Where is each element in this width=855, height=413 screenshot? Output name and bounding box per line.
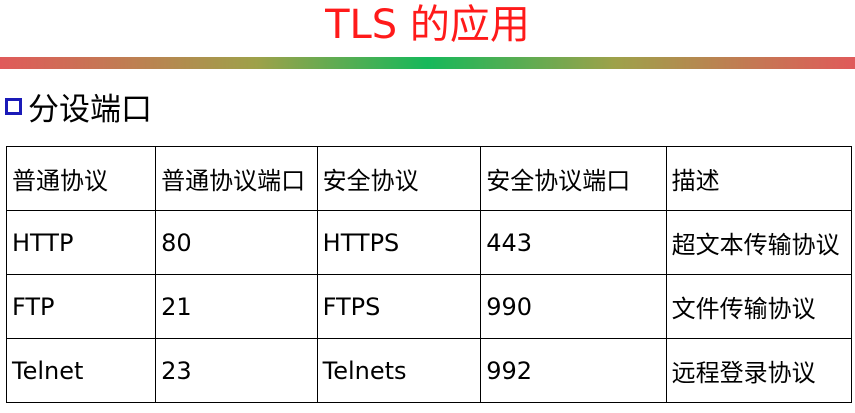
table-header-row: 普通协议 普通协议端口 安全协议 安全协议端口 描述: [5, 146, 853, 211]
table-cell: 990: [480, 274, 667, 339]
page-title: TLS 的应用: [325, 2, 530, 48]
table-cell: 80: [155, 210, 318, 275]
header-cell: 安全协议: [316, 146, 482, 211]
header-cell: 普通协议: [5, 146, 157, 211]
table-cell: 远程登录协议: [665, 338, 853, 403]
table-cell: FTP: [5, 274, 157, 339]
ports-table: 普通协议 普通协议端口 安全协议 安全协议端口 描述 HTTP 80 HTTPS…: [5, 146, 853, 403]
header-cell: 安全协议端口: [480, 146, 667, 211]
table-cell: HTTP: [5, 210, 157, 275]
table-cell: 文件传输协议: [665, 274, 853, 339]
header-cell: 普通协议端口: [155, 146, 318, 211]
table-cell: HTTPS: [316, 210, 482, 275]
table-cell: Telnets: [316, 338, 482, 403]
square-bullet-icon: [5, 97, 22, 115]
table-row: HTTP 80 HTTPS 443 超文本传输协议: [5, 210, 853, 275]
table-cell: 21: [155, 274, 318, 339]
table-cell: FTPS: [316, 274, 482, 339]
section-heading: 分设端口: [5, 86, 152, 128]
table-cell: 23: [155, 338, 318, 403]
title-divider: [0, 57, 855, 69]
table-row: Telnet 23 Telnets 992 远程登录协议: [5, 338, 853, 403]
table-cell: 超文本传输协议: [665, 210, 853, 275]
table-cell: Telnet: [5, 338, 157, 403]
header-cell: 描述: [665, 146, 853, 211]
table-cell: 443: [480, 210, 667, 275]
section-heading-text: 分设端口: [28, 91, 152, 128]
table-cell: 992: [480, 338, 667, 403]
table-row: FTP 21 FTPS 990 文件传输协议: [5, 274, 853, 339]
